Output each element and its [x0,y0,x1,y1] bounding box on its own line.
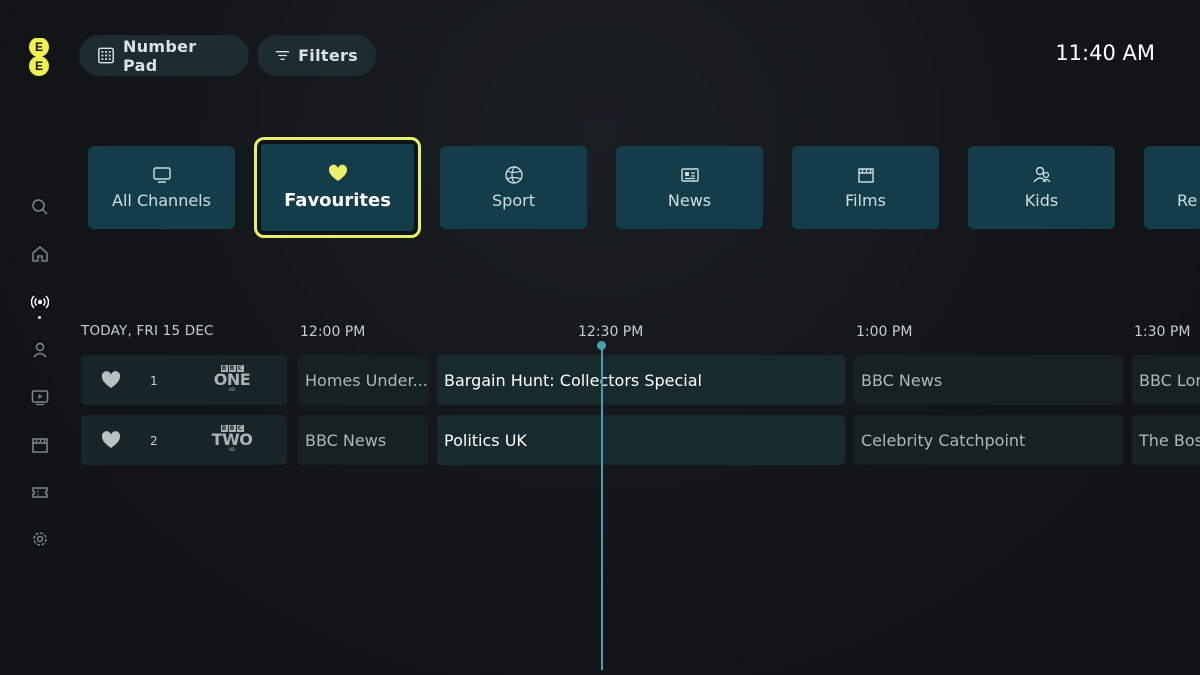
filters-label: Filters [298,46,358,65]
time-slot-label: 1:30 PM [1134,324,1191,340]
channel-number: 1 [150,374,158,388]
category-label: Kids [1024,191,1059,210]
category-sport[interactable]: Sport [440,146,587,229]
time-slot-label: 1:00 PM [856,324,913,340]
programme-cell[interactable]: The Bos [1132,415,1200,465]
programme-cell[interactable]: BBC Lor [1132,355,1200,405]
category-kids[interactable]: Kids [968,146,1115,229]
kids-icon [1032,166,1051,183]
category-all-channels[interactable]: All Channels [88,146,235,229]
channel-number: 2 [150,434,158,448]
guide-date: TODAY, FRI 15 DEC [81,323,214,339]
tickets-icon[interactable] [31,483,49,501]
settings-icon[interactable] [31,530,49,548]
clapperboard-icon [857,168,874,183]
heart-icon [328,164,347,181]
channel-logo-bbc-two: BBC TWO HD [211,425,253,452]
time-slot-label: 12:00 PM [300,324,366,340]
filters-button[interactable]: Filters [257,35,376,76]
programme-cell[interactable]: BBC News [298,415,428,465]
favourite-heart-icon[interactable] [101,431,121,449]
category-label: Favourites [284,190,391,211]
programme-cell-current[interactable]: Politics UK [437,415,845,465]
now-indicator-line [601,346,603,670]
now-indicator-dot [597,341,606,350]
keypad-icon [98,47,114,64]
category-label: Films [845,191,886,210]
tv-icon [152,167,171,183]
category-films[interactable]: Films [792,146,939,229]
play-icon[interactable] [31,388,49,406]
programme-cell[interactable]: BBC News [854,355,1123,405]
filter-icon [275,51,290,60]
clock: 11:40 AM [1055,41,1155,65]
svg-text:E: E [35,59,43,73]
live-tv-icon[interactable] [30,293,50,311]
profile-icon[interactable] [31,341,49,359]
films-icon[interactable] [31,436,49,454]
programme-cell-current[interactable]: Bargain Hunt: Collectors Special [437,355,845,405]
time-slot-label: 12:30 PM [578,324,644,340]
favourite-heart-icon[interactable] [101,371,121,389]
category-label: Re [1177,191,1198,210]
category-partial[interactable]: Re [1144,146,1200,229]
category-news[interactable]: News [616,146,763,229]
newspaper-icon [680,168,699,182]
programme-cell[interactable]: Celebrity Catchpoint [854,415,1123,465]
active-indicator [38,316,41,319]
category-label: News [667,191,712,210]
home-icon[interactable] [31,245,49,263]
number-pad-label: Number Pad [123,36,197,75]
ee-logo: E E [27,37,51,76]
programme-cell[interactable]: Homes Under... [298,355,428,405]
search-icon[interactable] [31,198,49,216]
channel-logo-bbc-one: BBC ONE HD [213,365,251,392]
svg-text:E: E [35,40,43,54]
category-label: All Channels [112,191,211,210]
category-label: Sport [492,191,535,210]
category-favourites[interactable]: Favourites [254,137,421,238]
ball-icon [504,166,523,184]
number-pad-button[interactable]: Number Pad [79,35,249,76]
